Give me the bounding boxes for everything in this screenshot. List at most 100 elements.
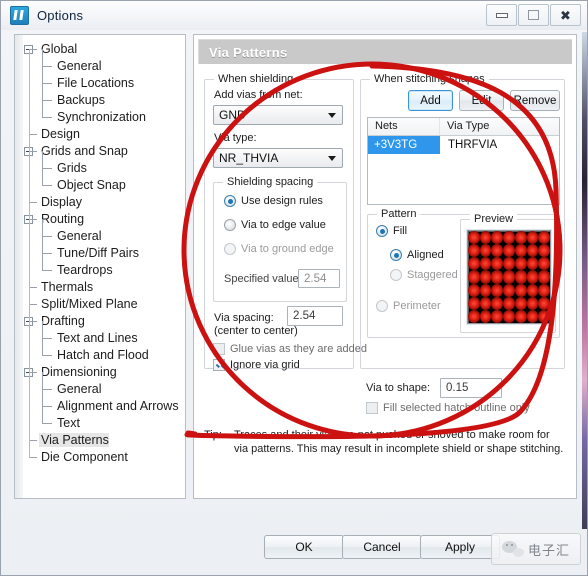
maximize-button[interactable] [518, 4, 549, 26]
preview-via [479, 309, 492, 323]
tree-scroll-strip[interactable] [15, 35, 23, 498]
table-row[interactable]: +3V3TG THRFVIA [368, 136, 559, 154]
tree-item-label: Text and Lines [57, 331, 138, 345]
options-tree[interactable]: Global General File Locations Backups Synchr… [23, 41, 181, 466]
tree-item-grids[interactable]: Grids [23, 151, 181, 177]
close-icon: ✖ [560, 7, 571, 23]
tree-item-text-and-lines[interactable]: Text and Lines [23, 321, 181, 347]
shielding-spacing-group: Shielding spacing Use design rules Via t… [213, 176, 347, 302]
tree-item-general[interactable]: General [23, 49, 181, 75]
tree-item-drafting[interactable]: Drafting [23, 313, 181, 330]
via-dot-icon [514, 244, 527, 258]
checkbox-glue-vias[interactable]: Glue vias as they are added [213, 343, 367, 355]
shielding-spacing-label: Shielding spacing [223, 176, 318, 188]
preview-via [503, 257, 515, 271]
specified-value-text: 2.54 [304, 272, 327, 285]
radio-aligned[interactable]: Aligned [390, 249, 444, 261]
ok-button[interactable]: OK [264, 535, 344, 559]
radio-staggered[interactable]: Staggered [390, 269, 458, 281]
via-dot-icon [514, 283, 527, 297]
edit-button-label: Edit [471, 94, 492, 107]
tree-item-text[interactable]: Text [23, 406, 181, 432]
radio-use-design-rules[interactable]: Use design rules [224, 195, 323, 207]
tree-item-design[interactable]: Design [23, 126, 181, 143]
minimize-button[interactable] [486, 4, 517, 26]
tree-item-routing[interactable]: Routing [23, 211, 181, 228]
tree-connector [29, 287, 37, 288]
via-dot-icon [479, 244, 492, 258]
via-dot-icon [503, 270, 515, 284]
radio-fill[interactable]: Fill [376, 225, 407, 237]
tree-item-general[interactable]: General [23, 372, 181, 398]
tree-item-general[interactable]: General [23, 219, 181, 245]
tree-item-label: Backups [57, 93, 105, 107]
tree-item-label: General [57, 382, 102, 396]
tree-item-object-snap[interactable]: Object Snap [23, 168, 181, 194]
tree-item-alignment-and-arrows[interactable]: Alignment and Arrows [23, 389, 181, 415]
window-title: Options [37, 8, 84, 23]
via-dot-icon [538, 244, 550, 258]
radio-via-to-ground-edge[interactable]: Via to ground edge [224, 243, 334, 255]
tree-item-synchronization[interactable]: Synchronization [23, 100, 181, 126]
via-spacing-input[interactable]: 2.54 [287, 306, 343, 326]
options-tree-panel[interactable]: Global General File Locations Backups Synchr… [14, 34, 186, 499]
tree-item-label: Dimensioning [41, 365, 117, 379]
tree-item-split-mixed-plane[interactable]: Split/Mixed Plane [23, 296, 181, 313]
tree-item-grids-and-snap[interactable]: Grids and Snap [23, 143, 181, 160]
tree-connector [42, 185, 52, 186]
tree-item-tune-diff-pairs[interactable]: Tune/Diff Pairs [23, 236, 181, 262]
tree-connector [42, 168, 52, 169]
chevron-down-icon [328, 112, 336, 118]
close-button[interactable]: ✖ [550, 4, 581, 26]
specified-value-input[interactable]: 2.54 [298, 269, 340, 288]
via-type-combo[interactable]: NR_THVIA [213, 148, 343, 168]
add-vias-from-net-label: Add vias from net: [214, 89, 303, 101]
tree-item-file-locations[interactable]: File Locations [23, 66, 181, 92]
preview-via [526, 283, 539, 297]
checkbox-ignore-via-grid[interactable]: Ignore via grid [213, 359, 300, 371]
nets-table[interactable]: Nets Via Type +3V3TG THRFVIA [367, 117, 560, 205]
via-dot-icon [491, 296, 504, 310]
tree-item-die-component[interactable]: Die Component [23, 449, 181, 466]
preview-via [491, 231, 504, 245]
preview-via [503, 283, 515, 297]
add-vias-from-net-combo[interactable]: GND [213, 105, 343, 125]
via-dot-icon [514, 231, 527, 245]
via-dot-icon [479, 257, 492, 271]
tree-item-backups[interactable]: Backups [23, 83, 181, 109]
tree-connector [42, 66, 43, 84]
tip-word: Tip: [204, 429, 222, 441]
cancel-button[interactable]: Cancel [342, 535, 422, 559]
tree-item-label: Teardrops [57, 263, 113, 277]
tree-connector [42, 236, 43, 254]
via-dot-icon [514, 257, 527, 271]
via-dot-icon [479, 231, 492, 245]
radio-dot-icon [390, 269, 402, 281]
tree-item-teardrops[interactable]: Teardrops [23, 253, 181, 279]
preview-via [491, 283, 504, 297]
apply-button[interactable]: Apply [420, 535, 500, 559]
tree-item-dimensioning[interactable]: Dimensioning [23, 364, 181, 381]
radio-via-to-edge-value[interactable]: Via to edge value [224, 219, 326, 231]
tree-connector [42, 338, 43, 356]
via-to-shape-input[interactable]: 0.15 [440, 378, 502, 398]
via-dot-icon [503, 257, 515, 271]
tree-item-display[interactable]: Display [23, 194, 181, 211]
checkbox-fill-hatch-outline[interactable]: Fill selected hatch outline only [366, 402, 530, 414]
tree-item-hatch-and-flood[interactable]: Hatch and Flood [23, 338, 181, 364]
tree-item-via-patterns[interactable]: Via Patterns [23, 432, 181, 449]
radio-dot-icon [224, 219, 236, 231]
remove-button[interactable]: Remove [510, 90, 560, 111]
when-stitching-shapes-label: When stitching shapes [370, 73, 489, 85]
preview-via [514, 296, 527, 310]
tree-connector [42, 83, 52, 84]
tree-connector [42, 100, 43, 118]
via-dot-icon [538, 296, 550, 310]
radio-perimeter[interactable]: Perimeter [376, 300, 441, 312]
tree-item-global[interactable]: Global [23, 41, 181, 58]
edit-button[interactable]: Edit [459, 90, 504, 111]
tree-item-thermals[interactable]: Thermals [23, 279, 181, 296]
preview-via [491, 257, 504, 271]
add-button[interactable]: Add [408, 90, 453, 111]
via-dot-icon [503, 309, 515, 323]
